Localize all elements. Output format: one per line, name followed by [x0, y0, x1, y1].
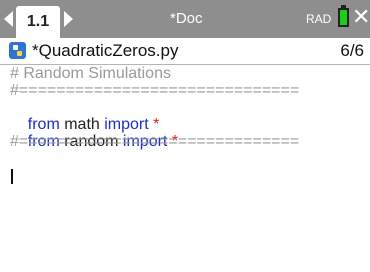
- keyword-from: from: [27, 116, 60, 133]
- module-name: math: [59, 116, 105, 133]
- tab-1-1[interactable]: 1.1: [16, 6, 60, 38]
- file-header: *QuadraticZeros.py 6/6: [0, 38, 370, 65]
- import-star: *: [148, 116, 160, 133]
- code-line-1: # Random Simulations: [10, 65, 171, 82]
- top-bar: 1.1 *Doc RAD ✕: [0, 0, 370, 38]
- line-position: 6/6: [340, 41, 364, 60]
- angle-mode-indicator: RAD: [306, 12, 332, 26]
- code-line-6[interactable]: [10, 150, 360, 167]
- file-name: *QuadraticZeros.py: [32, 41, 179, 60]
- code-editor[interactable]: # Random Simulations #==================…: [10, 65, 360, 265]
- python-file-icon: [9, 42, 26, 59]
- code-line-5: #==============================: [10, 133, 300, 150]
- previous-page-arrow-icon[interactable]: [4, 11, 13, 27]
- next-page-arrow-icon[interactable]: [64, 11, 73, 27]
- battery-icon: [338, 8, 349, 27]
- keyword-import: import: [104, 116, 149, 133]
- code-line-3: from math import *: [10, 99, 360, 133]
- text-cursor: [11, 169, 13, 184]
- close-icon[interactable]: ✕: [352, 7, 370, 29]
- document-title: *Doc: [170, 10, 203, 27]
- code-line-2: #==============================: [10, 82, 300, 99]
